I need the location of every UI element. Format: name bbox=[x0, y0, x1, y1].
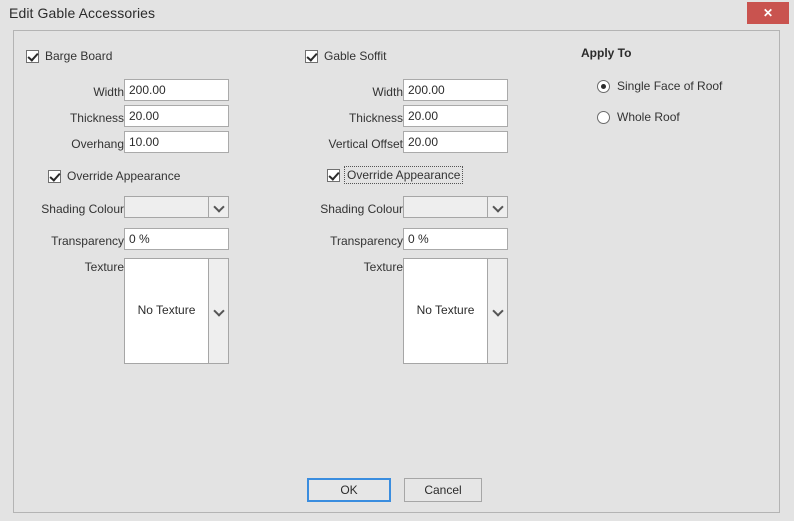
apply-to-option-whole-roof[interactable]: Whole Roof bbox=[597, 110, 680, 124]
chevron-down-icon[interactable] bbox=[208, 197, 228, 217]
gable-soffit-shading-colour-label: Shading Colour bbox=[303, 202, 403, 216]
apply-to-group-title: Apply To bbox=[581, 46, 631, 60]
barge-board-override-appearance-label: Override Appearance bbox=[67, 169, 180, 183]
gable-soffit-enable-checkbox-row[interactable]: Gable Soffit bbox=[305, 49, 386, 63]
barge-board-override-appearance-row[interactable]: Override Appearance bbox=[48, 169, 180, 183]
barge-board-texture-value: No Texture bbox=[125, 303, 208, 317]
close-button[interactable]: ✕ bbox=[747, 2, 789, 24]
gable-soffit-vertical-offset-label: Vertical Offset bbox=[293, 137, 403, 151]
apply-to-option-label: Single Face of Roof bbox=[617, 79, 722, 93]
apply-to-option-single-face-of-roof[interactable]: Single Face of Roof bbox=[597, 79, 722, 93]
gable-soffit-shading-colour-value bbox=[404, 197, 487, 217]
gable-soffit-width-input[interactable]: 200.00 bbox=[403, 79, 508, 101]
gable-soffit-transparency-label: Transparency bbox=[303, 234, 403, 248]
close-icon: ✕ bbox=[747, 2, 789, 24]
gable-soffit-enable-label: Gable Soffit bbox=[324, 49, 386, 63]
dialog-body-panel: Barge Board Width 200.00 Thickness 20.00… bbox=[13, 30, 780, 513]
cancel-button[interactable]: Cancel bbox=[404, 478, 482, 502]
dialog-title: Edit Gable Accessories bbox=[9, 5, 155, 21]
gable-soffit-texture-picker[interactable]: No Texture bbox=[403, 258, 508, 364]
gable-soffit-vertical-offset-input[interactable]: 20.00 bbox=[403, 131, 508, 153]
barge-board-overhang-input[interactable]: 10.00 bbox=[124, 131, 229, 153]
barge-board-thickness-input[interactable]: 20.00 bbox=[124, 105, 229, 127]
radio-whole-roof[interactable] bbox=[597, 111, 610, 124]
barge-board-shading-colour-combo[interactable] bbox=[124, 196, 229, 218]
radio-single-face-of-roof[interactable] bbox=[597, 80, 610, 93]
barge-board-shading-colour-value bbox=[125, 197, 208, 217]
chevron-down-icon[interactable] bbox=[487, 259, 507, 363]
barge-board-thickness-label: Thickness bbox=[24, 111, 124, 125]
gable-soffit-texture-label: Texture bbox=[303, 260, 403, 274]
gable-soffit-thickness-label: Thickness bbox=[303, 111, 403, 125]
dialog-title-bar: Edit Gable Accessories ✕ bbox=[0, 0, 794, 30]
chevron-down-icon[interactable] bbox=[208, 259, 228, 363]
ok-button[interactable]: OK bbox=[307, 478, 391, 502]
gable-soffit-width-label: Width bbox=[303, 85, 403, 99]
barge-board-shading-colour-label: Shading Colour bbox=[24, 202, 124, 216]
barge-board-texture-preview[interactable]: No Texture bbox=[125, 259, 208, 363]
barge-board-texture-picker[interactable]: No Texture bbox=[124, 258, 229, 364]
gable-soffit-texture-value: No Texture bbox=[404, 303, 487, 317]
barge-board-transparency-label: Transparency bbox=[24, 234, 124, 248]
gable-soffit-override-appearance-row[interactable]: Override Appearance bbox=[327, 168, 461, 182]
barge-board-width-input[interactable]: 200.00 bbox=[124, 79, 229, 101]
barge-board-transparency-input[interactable]: 0 % bbox=[124, 228, 229, 250]
gable-soffit-shading-colour-combo[interactable] bbox=[403, 196, 508, 218]
chevron-down-icon[interactable] bbox=[487, 197, 507, 217]
barge-board-overhang-label: Overhang bbox=[24, 137, 124, 151]
barge-board-enable-checkbox-row[interactable]: Barge Board bbox=[26, 49, 112, 63]
gable-soffit-override-appearance-label: Override Appearance bbox=[346, 168, 461, 182]
barge-board-override-appearance-checkbox[interactable] bbox=[48, 170, 61, 183]
barge-board-enable-checkbox[interactable] bbox=[26, 50, 39, 63]
barge-board-enable-label: Barge Board bbox=[45, 49, 112, 63]
gable-soffit-thickness-input[interactable]: 20.00 bbox=[403, 105, 508, 127]
gable-soffit-transparency-input[interactable]: 0 % bbox=[403, 228, 508, 250]
apply-to-option-label: Whole Roof bbox=[617, 110, 680, 124]
gable-soffit-override-appearance-checkbox[interactable] bbox=[327, 169, 340, 182]
barge-board-width-label: Width bbox=[24, 85, 124, 99]
barge-board-texture-label: Texture bbox=[24, 260, 124, 274]
gable-soffit-enable-checkbox[interactable] bbox=[305, 50, 318, 63]
gable-soffit-texture-preview[interactable]: No Texture bbox=[404, 259, 487, 363]
